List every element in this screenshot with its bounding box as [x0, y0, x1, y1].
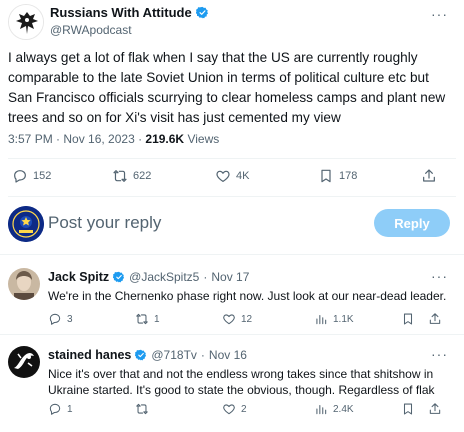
verified-badge-icon [195, 6, 208, 19]
timestamp[interactable]: 3:57 PM · Nov 16, 2023 · [8, 132, 145, 146]
repost-action[interactable] [135, 402, 154, 416]
reply-author-name[interactable]: stained hanes [48, 348, 131, 362]
views-label: Views [184, 132, 220, 146]
reply-icon [14, 170, 26, 183]
author-name[interactable]: Russians With Attitude [50, 5, 192, 20]
views-count: 1.1K [333, 313, 354, 325]
reply-actions: 3 1 12 1.1K [0, 312, 464, 330]
analytics-icon [316, 404, 327, 415]
repost-action[interactable]: 1 [135, 312, 160, 326]
reply-composer: Post your reply Reply [0, 202, 464, 246]
more-options-icon[interactable]: ··· [431, 6, 448, 22]
tweet-text-content: I always get a lot of flak when I say th… [8, 50, 446, 125]
reply-author-handle[interactable]: @JackSpitz5 [129, 270, 199, 284]
bookmark-action[interactable] [401, 312, 415, 326]
reply-actions: 1 2 2.4K [0, 402, 464, 420]
reply-text: We're in the Chernenko phase right now. … [48, 289, 447, 303]
share-icon [429, 313, 441, 324]
views-action[interactable]: 1.1K [314, 312, 354, 326]
reply-text: Nice it's over that and not the endless … [48, 367, 435, 397]
separator-dot: · [200, 348, 205, 362]
avatar[interactable] [8, 346, 40, 378]
more-options-icon[interactable]: ··· [431, 346, 448, 362]
reply-icon [49, 403, 61, 415]
views-count: 219.6K [145, 132, 185, 146]
like-action[interactable]: 2 [222, 402, 247, 416]
share-action[interactable] [428, 402, 442, 416]
heart-icon [223, 404, 235, 415]
repost-action[interactable]: 622 [112, 168, 151, 184]
views-action[interactable]: 2.4K [314, 402, 354, 416]
share-action[interactable] [421, 168, 437, 184]
divider [8, 196, 456, 197]
repost-count: 622 [133, 170, 152, 182]
heart-icon [223, 314, 235, 325]
reply-count: 3 [67, 313, 73, 325]
repost-icon [136, 403, 148, 415]
repost-icon [136, 313, 148, 325]
repost-icon [113, 170, 127, 182]
current-user-avatar[interactable] [8, 206, 44, 242]
bookmark-icon [321, 169, 331, 183]
divider [0, 334, 464, 335]
eagle-logo-icon [9, 5, 43, 39]
bookmark-icon [403, 313, 413, 325]
reply-author-name[interactable]: Jack Spitz [48, 270, 109, 284]
tweet-meta: 3:57 PM · Nov 16, 2023 · 219.6K Views [8, 132, 219, 146]
reply-count: 1 [67, 403, 73, 415]
share-icon [429, 403, 441, 414]
like-action[interactable]: 4K [215, 168, 249, 184]
avatar[interactable] [8, 4, 44, 40]
views-count: 2.4K [333, 403, 354, 415]
author-handle[interactable]: @RWApodcast [50, 23, 132, 37]
tweet-text: I always get a lot of flak when I say th… [8, 48, 454, 128]
bookmark-icon [403, 403, 413, 415]
heart-icon [216, 170, 230, 182]
analytics-icon [316, 314, 327, 325]
share-icon [423, 169, 435, 182]
separator-dot: · [203, 270, 208, 284]
reply-action[interactable]: 3 [48, 312, 73, 326]
avatar[interactable] [8, 268, 40, 300]
like-count: 4K [236, 170, 250, 182]
reply-icon [49, 313, 61, 325]
like-count: 12 [241, 313, 253, 325]
verified-badge-icon [135, 349, 147, 361]
divider [8, 158, 456, 159]
bookmark-count: 178 [339, 170, 358, 182]
reply-date[interactable]: Nov 16 [209, 348, 247, 362]
like-count: 2 [241, 403, 247, 415]
user-avatar-icon [8, 346, 40, 378]
reply-date[interactable]: Nov 17 [211, 270, 249, 284]
reply-button[interactable]: Reply [374, 209, 450, 237]
reply-action[interactable]: 1 [48, 402, 73, 416]
repost-count: 1 [154, 313, 160, 325]
share-action[interactable] [428, 312, 442, 326]
bookmark-action[interactable] [401, 402, 415, 416]
reply-action[interactable]: 152 [12, 168, 51, 184]
reply-input[interactable]: Post your reply [48, 213, 161, 233]
like-action[interactable]: 12 [222, 312, 252, 326]
tweet-thread: Russians With Attitude @RWApodcast ··· I… [0, 0, 464, 432]
bookmark-action[interactable]: 178 [318, 168, 357, 184]
reply-author-handle[interactable]: @718Tv [151, 348, 197, 362]
user-avatar-icon [8, 268, 40, 300]
tweet-actions: 152 622 4K 178 [0, 168, 464, 190]
reply-count: 152 [33, 170, 52, 182]
divider [0, 254, 464, 255]
seal-logo-icon [8, 206, 44, 242]
verified-badge-icon [113, 271, 125, 283]
more-options-icon[interactable]: ··· [431, 268, 448, 284]
